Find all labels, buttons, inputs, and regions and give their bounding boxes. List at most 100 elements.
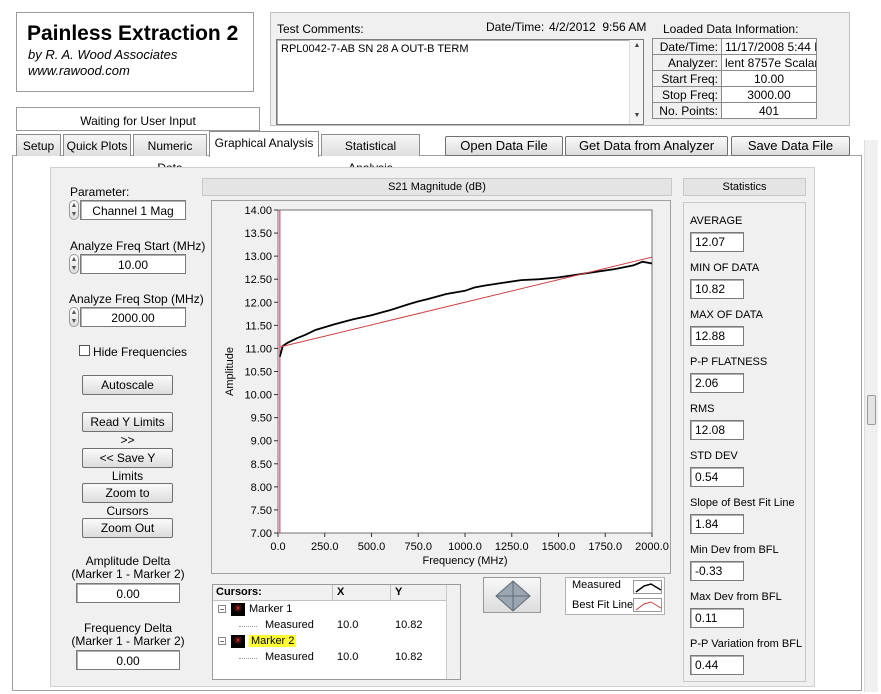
cursor-plot-name: Measured (265, 651, 314, 663)
tab-statistical-analysis[interactable]: Statistical Analysis (321, 134, 420, 175)
cursor-table[interactable]: Cursors: X Y − ✳ Marker 1 Measured 10.0 10.82… (212, 584, 461, 680)
stat-value: 2.06 (690, 373, 744, 393)
freq-start-value: 10.00 (117, 258, 149, 272)
x-tick-label: 1000.0 (448, 541, 482, 553)
y-tick-label: 7.00 (251, 528, 272, 540)
stat-label: Slope of Best Fit Line (690, 497, 795, 509)
x-tick-label: 2000.0 (635, 541, 669, 553)
chart-title-bar: S21 Magnitude (dB) (202, 178, 672, 196)
statistics-title-bar: Statistics (683, 178, 806, 196)
y-tick-label: 13.00 (244, 251, 272, 263)
stat-label: STD DEV (690, 450, 738, 462)
x-tick-label: 0.0 (270, 541, 285, 553)
cursor-x-value: 10.0 (337, 619, 359, 631)
stat-label: MAX OF DATA (690, 309, 763, 321)
tree-collapse-icon[interactable]: − (218, 605, 226, 614)
y-tick-label: 11.00 (245, 343, 272, 355)
chart-title: S21 Magnitude (dB) (388, 181, 486, 193)
open-data-file-button[interactable]: Open Data File (445, 136, 563, 156)
tab-graphical-analysis[interactable]: Graphical Analysis (209, 131, 319, 157)
scrollbar-thumb[interactable] (867, 395, 876, 425)
app-title-box: Painless Extraction 2 by R. A. Wood Asso… (16, 12, 254, 92)
loaded-info-value: 401 (721, 102, 817, 119)
tab-quick-plots[interactable]: Quick Plots (63, 134, 131, 156)
cursor-marker-name[interactable]: Marker 1 (249, 603, 292, 615)
save-y-limits-button[interactable]: << Save Y Limits (82, 448, 173, 483)
stat-label: P-P FLATNESS (690, 356, 768, 368)
parameter-spinner[interactable]: ▲ ▼ (69, 200, 79, 220)
hide-frequencies-label: Hide Frequencies (93, 345, 188, 359)
loaded-info-value: 10.00 (721, 70, 817, 87)
y-tick-label: 12.00 (244, 297, 272, 309)
y-tick-label: 9.50 (251, 413, 272, 425)
status-box: Waiting for User Input (16, 107, 260, 131)
loaded-info-row: Analyzer:lent 8757e Scalar Analyz (652, 54, 817, 71)
parameter-label: Parameter: (70, 185, 130, 199)
tab-numeric-data[interactable]: Numeric Data (133, 134, 207, 175)
loaded-info-table: Date/Time:11/17/2008 5:44 PMAnalyzer:len… (652, 38, 817, 119)
window-scrollbar[interactable] (864, 140, 878, 692)
cursor-header-name: Cursors: (216, 586, 262, 598)
freq-start-spinner[interactable]: ▲ ▼ (69, 254, 79, 274)
tree-collapse-icon[interactable]: − (218, 637, 226, 646)
read-y-limits-button[interactable]: Read Y Limits >> (82, 412, 173, 447)
get-data-from-analyzer-button[interactable]: Get Data from Analyzer (565, 136, 728, 156)
parameter-field[interactable]: Channel 1 Mag (80, 200, 186, 220)
stat-value: 10.82 (690, 279, 744, 299)
cursor-marker-name[interactable]: Marker 2 (249, 635, 297, 647)
legend-measured-label: Measured (572, 579, 621, 591)
hide-frequencies-checkbox[interactable] (79, 345, 90, 356)
cursor-table-scrollbar[interactable] (446, 585, 460, 679)
cursor-plot-name: Measured (265, 619, 314, 631)
freq-stop-field[interactable]: 2000.00 (80, 307, 186, 327)
comments-label: Test Comments: (277, 22, 364, 36)
freq-start-label: Analyze Freq Start (MHz) (70, 239, 206, 253)
amplitude-delta-label-line2: (Marker 1 - Marker 2) (71, 567, 185, 581)
stat-label: RMS (690, 403, 715, 415)
cursor-y-value: 10.82 (395, 619, 423, 631)
cursor-mover[interactable] (483, 577, 541, 613)
tab-setup[interactable]: Setup (16, 134, 61, 156)
parameter-value: Channel 1 Mag (92, 204, 174, 218)
company-name: by R. A. Wood Associates (28, 47, 178, 62)
autoscale-button[interactable]: Autoscale (82, 375, 173, 395)
comments-scrollbar[interactable]: ▲ ▼ (629, 40, 643, 124)
loaded-info-value: 3000.00 (721, 86, 817, 103)
comments-panel: Test Comments: Date/Time: 4/2/2012 9:56 … (270, 12, 850, 126)
datetime-label: Date/Time: (486, 20, 545, 34)
zoom-to-cursors-button[interactable]: Zoom to Cursors (82, 483, 173, 518)
y-axis-label: Amplitude (224, 347, 236, 396)
stat-value: 0.11 (690, 608, 744, 628)
frequency-delta-field: 0.00 (76, 650, 180, 670)
stat-label: AVERAGE (690, 215, 743, 227)
freq-stop-value: 2000.00 (111, 311, 155, 325)
loaded-info-value: 11/17/2008 5:44 PM (721, 38, 817, 55)
zoom-out-button[interactable]: Zoom Out (82, 518, 173, 538)
amplitude-delta-value: 0.00 (116, 587, 140, 601)
save-data-file-button[interactable]: Save Data File (731, 136, 850, 156)
s21-chart[interactable]: 7.00 7.50 8.00 8.50 9.00 9.50 10.00 10.50 11.00 1… (211, 200, 671, 574)
frequency-delta-label: Frequency Delta (Marker 1 - Marker 2) (60, 622, 196, 648)
x-tick-label: 250.0 (311, 541, 339, 553)
stat-value: 12.88 (690, 326, 744, 346)
marker-icon: ✳ (231, 603, 245, 616)
scroll-down-icon[interactable]: ▼ (630, 112, 644, 119)
x-axis-label: Frequency (MHz) (423, 555, 508, 567)
freq-stop-spinner[interactable]: ▲ ▼ (69, 307, 79, 327)
legend-measured-swatch (633, 580, 662, 594)
freq-start-field[interactable]: 10.00 (80, 254, 186, 274)
tree-branch-line (239, 658, 257, 659)
cursor-table-colsep (390, 585, 391, 601)
stat-value: 0.54 (690, 467, 744, 487)
amplitude-delta-field: 0.00 (76, 583, 180, 603)
plot-area[interactable] (277, 209, 653, 534)
y-tick-label: 14.00 (244, 205, 272, 217)
cursor-mover-icon (495, 580, 531, 612)
y-tick-label: 7.50 (251, 505, 272, 517)
cursor-y-value: 10.82 (395, 651, 423, 663)
statistics-title: Statistics (722, 181, 767, 193)
y-tick-label: 10.50 (244, 367, 272, 379)
comments-textarea[interactable]: RPL0042-7-AB SN 28 A OUT-B TERM ▲ ▼ (276, 39, 644, 125)
scroll-up-icon[interactable]: ▲ (630, 42, 644, 49)
stat-label: Max Dev from BFL (690, 591, 782, 603)
